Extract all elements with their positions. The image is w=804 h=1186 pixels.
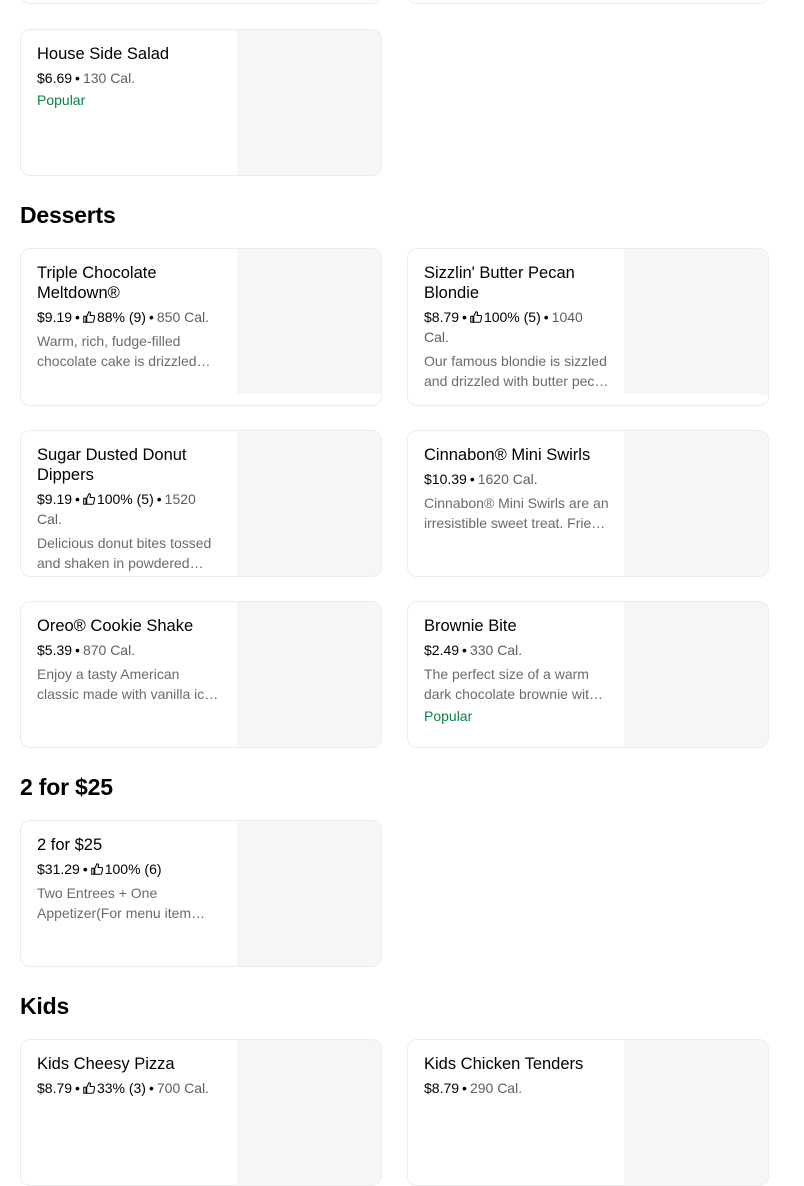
item-name: House Side Salad xyxy=(37,45,170,63)
item-name: 2 for $25 xyxy=(37,836,103,854)
menu-item-card[interactable]: House Side Salad $6.69 • 130 Cal. Popular xyxy=(20,29,382,176)
menu-item-card-partial[interactable] xyxy=(20,0,382,4)
item-name: Kids Cheesy Pizza xyxy=(37,1055,175,1073)
item-image xyxy=(237,602,381,747)
item-rating: 33% (3) xyxy=(96,1080,146,1096)
popular-badge: Popular xyxy=(424,708,473,724)
item-name: Kids Chicken Tenders xyxy=(424,1055,584,1073)
item-meta: $10.39 • 1620 Cal. xyxy=(424,471,538,487)
item-price: $9.19 xyxy=(37,309,73,325)
item-image xyxy=(624,1040,768,1185)
popular-badge: Popular xyxy=(37,92,86,108)
item-description: Cinnabon® Mini Swirls are an irresistibl… xyxy=(424,495,609,531)
menu-item-card[interactable]: 2 for $25 $31.29 • 100% (6) Two Entrees + … xyxy=(20,820,382,967)
item-price: $6.69 xyxy=(37,70,73,86)
menu-item-card[interactable]: Kids Chicken Tenders $8.79 • 290 Cal. xyxy=(407,1039,769,1186)
item-calories: 1620 Cal. xyxy=(477,471,538,487)
section-title-kids: Kids xyxy=(20,993,70,1019)
item-price: $31.29 xyxy=(37,861,80,877)
menu-item-card[interactable]: Kids Cheesy Pizza $8.79 • 33% (3) • 700 Cal. xyxy=(20,1039,382,1186)
menu-item-card[interactable]: Sizzlin' Butter Pecan Blondie $8.79 • 100%… xyxy=(407,248,769,406)
item-price: $2.49 xyxy=(424,642,460,658)
item-calories: 330 Cal. xyxy=(469,642,523,658)
item-price: $8.79 xyxy=(37,1080,73,1096)
menu-item-card[interactable]: Oreo® Cookie Shake $5.39 • 870 Cal. Enjoy … xyxy=(20,601,382,748)
item-rating: 100% (5) xyxy=(96,491,154,507)
item-image xyxy=(237,30,381,175)
menu-item-card[interactable]: Cinnabon® Mini Swirls $10.39 • 1620 Cal. C… xyxy=(407,430,769,577)
item-name: Sugar Dusted Donut Dippers xyxy=(37,446,187,484)
item-calories: 130 Cal. xyxy=(82,70,136,86)
item-description: Our famous blondie is sizzled and drizzl… xyxy=(424,353,610,389)
item-image xyxy=(237,249,381,394)
item-meta: $31.29 • 100% (6) xyxy=(37,861,162,877)
menu-item-card-partial[interactable] xyxy=(407,0,769,4)
item-image xyxy=(237,1040,381,1185)
section-title-desserts: Desserts xyxy=(20,202,116,228)
item-price: $9.19 xyxy=(37,491,73,507)
thumbs-up-icon xyxy=(90,863,103,875)
item-meta: $5.39 • 870 Cal. xyxy=(37,642,136,658)
item-price: $10.39 xyxy=(424,471,467,487)
item-meta: $8.79 • 100% (5) • 1040 Cal. xyxy=(424,309,583,345)
item-description: The perfect size of a warm dark chocolat… xyxy=(424,666,597,702)
thumbs-up-icon xyxy=(83,1082,95,1094)
item-description: Two Entrees + One Appetizer(For menu ite… xyxy=(37,885,192,921)
item-meta: $6.69 • 130 Cal. xyxy=(37,70,136,86)
thumbs-up-icon xyxy=(470,311,482,323)
menu-item-card[interactable]: Sugar Dusted Donut Dippers $9.19 • 100% (5… xyxy=(20,430,382,577)
item-meta: $2.49 • 330 Cal. xyxy=(424,642,523,658)
item-name: Triple Chocolate Meltdown® xyxy=(37,264,157,302)
item-description: Enjoy a tasty American classic made with… xyxy=(37,666,213,702)
item-meta: $8.79 • 33% (3) • 700 Cal. xyxy=(37,1080,210,1096)
item-image xyxy=(624,431,768,576)
thumbs-up-icon xyxy=(83,493,95,505)
item-description: Warm, rich, fudge-filled chocolate cake … xyxy=(37,333,197,369)
item-image xyxy=(237,821,381,966)
item-name: Oreo® Cookie Shake xyxy=(37,617,194,635)
item-image xyxy=(624,249,768,394)
item-meta: $8.79 • 290 Cal. xyxy=(424,1080,523,1096)
item-name: Sizzlin' Butter Pecan Blondie xyxy=(424,264,575,302)
item-rating: 100% (5) xyxy=(483,309,541,325)
item-calories: 850 Cal. xyxy=(156,309,210,325)
item-image xyxy=(624,602,768,747)
item-rating: 88% (9) xyxy=(96,309,146,325)
item-meta: $9.19 • 88% (9) • 850 Cal. xyxy=(37,309,210,325)
item-meta: $9.19 • 100% (5) • 1520 Cal. xyxy=(37,491,196,527)
item-name: Brownie Bite xyxy=(424,617,517,635)
item-rating: 100% (6) xyxy=(104,861,162,877)
menu-item-card[interactable]: Brownie Bite $2.49 • 330 Cal. The perfect … xyxy=(407,601,769,748)
item-description: Delicious donut bites tossed and shaken … xyxy=(37,535,212,571)
item-price: $8.79 xyxy=(424,309,460,325)
section-title-2-for-25: 2 for $25 xyxy=(20,774,113,800)
item-name: Cinnabon® Mini Swirls xyxy=(424,446,591,464)
item-calories: 870 Cal. xyxy=(82,642,136,658)
item-calories: 290 Cal. xyxy=(469,1080,523,1096)
menu-item-card[interactable]: Triple Chocolate Meltdown® $9.19 • 88% (9)… xyxy=(20,248,382,406)
item-image xyxy=(237,431,381,576)
item-price: $5.39 xyxy=(37,642,73,658)
item-price: $8.79 xyxy=(424,1080,460,1096)
item-calories: 700 Cal. xyxy=(156,1080,210,1096)
thumbs-up-icon xyxy=(83,311,95,323)
